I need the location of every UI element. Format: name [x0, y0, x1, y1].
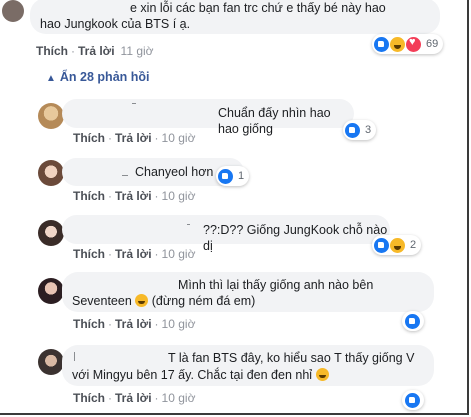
redacted-name — [74, 352, 75, 361]
reaction-count: 69 — [426, 38, 439, 50]
reply-bubble: ??:D?? Giống JungKook chỗ nào dị — [62, 215, 390, 253]
avatar[interactable] — [38, 349, 64, 375]
reaction-count: 3 — [365, 124, 372, 136]
reply-text: ??:D?? Giống JungKook chỗ nào dị — [203, 223, 388, 253]
like-button[interactable]: Thích — [73, 317, 105, 331]
reply-actions: Thích · Trả lời · 10 giờ — [73, 189, 196, 203]
reply-text-line2-wrap: Seventeen (đừng ném đá em) — [72, 293, 255, 309]
avatar[interactable] — [2, 0, 24, 22]
timestamp[interactable]: 10 giờ — [162, 391, 196, 405]
redacted-name — [187, 224, 190, 225]
reply-button[interactable]: Trả lời — [78, 44, 115, 58]
reaction-count: 1 — [238, 170, 245, 182]
timestamp[interactable]: 11 giờ — [121, 44, 154, 58]
hide-replies-toggle[interactable]: ▲ Ẩn 28 phản hồi — [46, 70, 150, 84]
comment-text-line1: e xin lỗi các bạn fan trc chứ e thấy bé … — [130, 1, 386, 15]
reply-actions: Thích · Trả lời · 10 giờ — [73, 317, 196, 331]
laughing-emoji-icon — [135, 294, 149, 307]
haha-reaction-icon — [390, 237, 405, 253]
reply-text-suffix: (đừng ném đá em) — [151, 294, 256, 308]
reply-button[interactable]: Trả lời — [115, 247, 152, 261]
avatar[interactable] — [38, 278, 64, 304]
timestamp[interactable]: 10 giờ — [162, 247, 196, 261]
reaction-count: 2 — [410, 239, 417, 251]
reply-text-line1: Mình thì lại thấy giống anh nào bên — [178, 278, 374, 292]
comment-bubble: e xin lỗi các bạn fan trc chứ e thấy bé … — [30, 0, 440, 34]
comment-text-line2: hao Jungkook của BTS í ạ. — [40, 17, 191, 31]
reply-button[interactable]: Trả lời — [115, 189, 152, 203]
love-reaction-icon — [406, 36, 421, 52]
laughing-emoji-icon — [315, 368, 329, 381]
like-reaction-icon — [345, 122, 360, 138]
reply-actions: Thích · Trả lời · 10 giờ — [73, 247, 196, 261]
reply-text: Chanyeol hơn — [135, 165, 214, 179]
timestamp[interactable]: 10 giờ — [162, 131, 196, 145]
reply-text-line2: Seventeen — [72, 294, 132, 308]
avatar[interactable] — [38, 160, 64, 186]
reaction-summary[interactable]: 3 — [343, 120, 377, 140]
like-reaction-icon — [405, 313, 420, 329]
reply-bubble: Chuẩn đấy nhìn hao hao giống — [62, 99, 354, 136]
avatar[interactable] — [38, 103, 64, 129]
reply-text-line2: với Mingyu bên 17 ấy. Chắc tại đen đen n… — [72, 368, 313, 382]
reaction-summary[interactable] — [402, 390, 424, 410]
avatar[interactable] — [38, 220, 64, 246]
reply-actions: Thích · Trả lời · 10 giờ — [73, 131, 196, 145]
reply-text-line1: T là fan BTS đây, ko hiểu sao T thấy giố… — [168, 351, 415, 365]
like-reaction-icon — [374, 237, 389, 253]
timestamp[interactable]: 10 giờ — [162, 317, 196, 331]
reaction-summary[interactable]: 69 — [372, 34, 444, 54]
redacted-name — [122, 175, 128, 176]
like-reaction-icon — [218, 168, 233, 184]
reply-bubble: Mình thì lại thấy giống anh nào bên Seve… — [62, 272, 434, 312]
like-button[interactable]: Thích — [73, 131, 105, 145]
timestamp[interactable]: 10 giờ — [162, 189, 196, 203]
comment-actions: Thích · Trả lời 11 giờ — [36, 44, 154, 58]
hide-replies-label: Ẩn 28 phản hồi — [59, 70, 150, 84]
like-button[interactable]: Thích — [73, 189, 105, 203]
like-button[interactable]: Thích — [73, 247, 105, 261]
reaction-summary[interactable]: 1 — [216, 166, 250, 186]
like-button[interactable]: Thích — [36, 44, 68, 58]
like-button[interactable]: Thích — [73, 391, 105, 405]
reaction-summary[interactable] — [402, 311, 424, 331]
reply-button[interactable]: Trả lời — [115, 317, 152, 331]
reply-text-line2-wrap: với Mingyu bên 17 ấy. Chắc tại đen đen n… — [72, 367, 329, 383]
chevron-up-icon: ▲ — [46, 73, 56, 84]
haha-reaction-icon — [390, 36, 405, 52]
reply-text: Chuẩn đấy nhìn hao hao giống — [218, 106, 331, 136]
reply-button[interactable]: Trả lời — [115, 131, 152, 145]
reply-button[interactable]: Trả lời — [115, 391, 152, 405]
reply-bubble: T là fan BTS đây, ko hiểu sao T thấy giố… — [62, 345, 434, 386]
like-reaction-icon — [405, 392, 420, 408]
like-reaction-icon — [374, 36, 389, 52]
reply-actions: Thích · Trả lời · 10 giờ — [73, 391, 196, 405]
reaction-summary[interactable]: 2 — [372, 235, 422, 255]
redacted-name — [132, 103, 136, 104]
